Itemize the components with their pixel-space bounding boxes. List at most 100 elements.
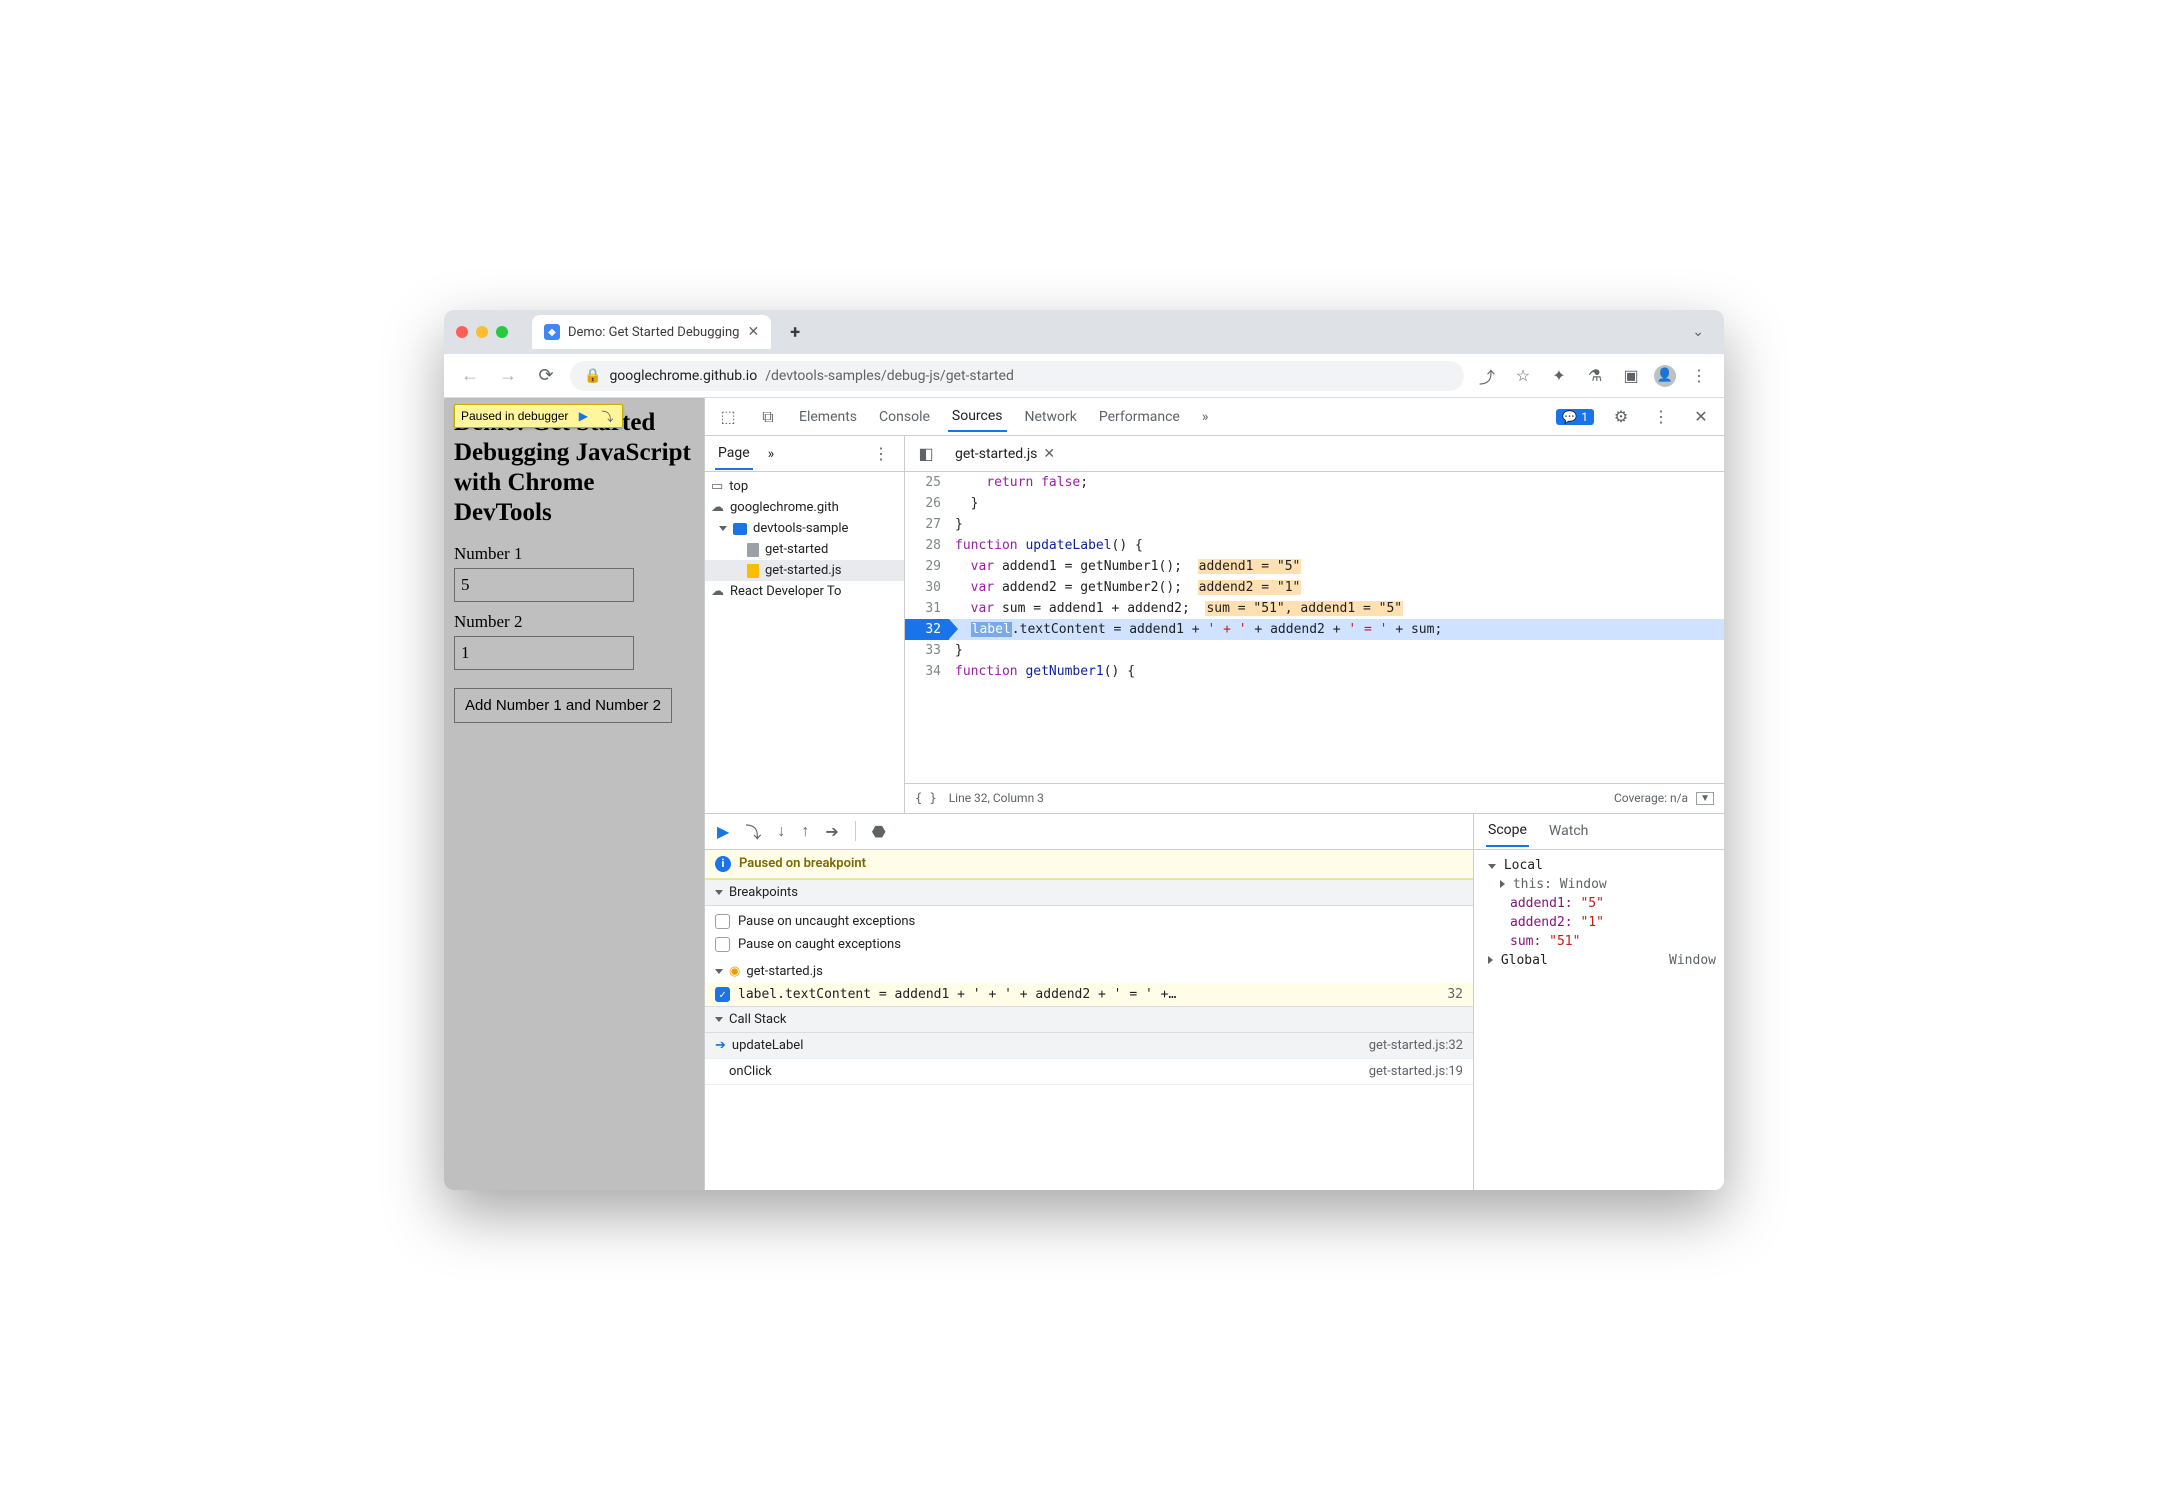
close-tab-icon[interactable]: ✕ — [747, 324, 759, 340]
devtools-panel-tabs: ⬚ ⧉ Elements Console Sources Network Per… — [705, 398, 1724, 436]
device-icon[interactable]: ⧉ — [755, 407, 781, 427]
scope-body: Local this: Window addend1: "5" addend2:… — [1474, 850, 1724, 976]
step-over-icon[interactable]: ⤵ — [745, 819, 761, 843]
debugger-pane: ▶ ⤵ ↓ ↑ ➔ ⬣ i Paused on breakpoint — [705, 813, 1724, 1191]
bp-file-row[interactable]: ◉ get-started.js — [705, 960, 1473, 983]
current-frame-icon: ➔ — [715, 1038, 726, 1053]
chevron-down-icon — [715, 969, 723, 974]
settings-gear-icon[interactable]: ⚙ — [1608, 407, 1634, 426]
scope-this[interactable]: this: Window — [1482, 875, 1716, 894]
callstack-header[interactable]: Call Stack — [705, 1006, 1473, 1033]
scope-var[interactable]: sum: "51" — [1482, 932, 1716, 951]
tabstrip: ◆ Demo: Get Started Debugging ✕ + ⌄ — [444, 310, 1724, 354]
overlay-step-icon[interactable]: ⤵ — [598, 407, 616, 425]
folder-icon — [733, 523, 747, 535]
navigator-more-icon[interactable]: » — [765, 439, 778, 469]
breakpoints-body: Pause on uncaught exceptions Pause on ca… — [705, 906, 1473, 960]
panel-network[interactable]: Network — [1021, 403, 1081, 431]
browser-tab[interactable]: ◆ Demo: Get Started Debugging ✕ — [532, 315, 771, 349]
resume-icon[interactable]: ▶ — [717, 822, 729, 841]
sidepanel-icon[interactable]: ▣ — [1618, 366, 1644, 385]
panel-elements[interactable]: Elements — [795, 403, 861, 431]
chevron-right-icon — [1500, 880, 1505, 888]
chevron-down-icon — [719, 526, 727, 531]
labs-icon[interactable]: ⚗ — [1582, 366, 1608, 385]
checkbox-unchecked[interactable] — [715, 937, 730, 952]
tree-cloud[interactable]: ☁googlechrome.gith — [705, 497, 904, 518]
browser-toolbar: ← → ⟳ 🔒 googlechrome.github.io/devtools-… — [444, 354, 1724, 398]
num2-input[interactable] — [454, 636, 634, 670]
kebab-menu-icon[interactable]: ⋮ — [1686, 366, 1712, 385]
forward-button[interactable]: → — [494, 365, 522, 386]
editor-nav-icon[interactable]: ◧ — [913, 444, 939, 463]
share-icon[interactable]: ⤴ — [1474, 364, 1500, 388]
overlay-resume-icon[interactable]: ▶ — [574, 407, 592, 425]
back-button[interactable]: ← — [456, 365, 484, 386]
scope-var[interactable]: addend2: "1" — [1482, 913, 1716, 932]
window-icon: ▭ — [711, 479, 723, 494]
inline-value: addend1 = "5" — [1198, 559, 1302, 574]
source-editor: ◧ get-started.js ✕ 25 return false; 26 }… — [905, 436, 1724, 813]
coverage-dropdown-icon[interactable]: ▼ — [1696, 792, 1714, 805]
pretty-print-icon[interactable]: { } — [915, 791, 937, 805]
navigator-page-tab[interactable]: Page — [715, 438, 753, 470]
panel-sources[interactable]: Sources — [948, 402, 1007, 432]
file-icon — [747, 543, 759, 557]
pause-uncaught-row[interactable]: Pause on uncaught exceptions — [715, 910, 1463, 933]
num2-label: Number 2 — [454, 612, 694, 632]
panel-console[interactable]: Console — [875, 403, 934, 431]
bookmark-icon[interactable]: ☆ — [1510, 366, 1536, 385]
checkbox-checked[interactable]: ✓ — [715, 987, 730, 1002]
step-into-icon[interactable]: ↓ — [777, 821, 785, 841]
favicon-icon: ◆ — [544, 324, 560, 340]
callstack-frame-1[interactable]: onClick get-started.js:19 — [705, 1059, 1473, 1085]
bp-line-number: 32 — [1447, 987, 1463, 1002]
step-icon[interactable]: ➔ — [825, 822, 838, 841]
tree-extension[interactable]: ☁React Developer To — [705, 581, 904, 602]
breakpoint-marker[interactable]: 32 — [905, 619, 949, 640]
deactivate-bp-icon[interactable]: ⬣ — [872, 822, 886, 841]
extensions-icon[interactable]: ✦ — [1546, 366, 1572, 385]
tabs-menu-chevron-icon[interactable]: ⌄ — [1684, 320, 1712, 344]
checkbox-unchecked[interactable] — [715, 914, 730, 929]
tree-file-html[interactable]: get-started — [705, 539, 904, 560]
watch-tab[interactable]: Watch — [1547, 816, 1590, 846]
num1-input[interactable] — [454, 568, 634, 602]
editor-tab-current[interactable]: get-started.js ✕ — [949, 441, 1061, 467]
inspect-icon[interactable]: ⬚ — [715, 407, 741, 426]
navigator-kebab-icon[interactable]: ⋮ — [868, 444, 894, 463]
bp-code-row[interactable]: ✓ label.textContent = addend1 + ' + ' + … — [705, 983, 1473, 1006]
bp-file-icon: ◉ — [729, 964, 740, 979]
webpage: Paused in debugger ▶ ⤵ Demo: Get Started… — [444, 398, 704, 1190]
scope-local[interactable]: Local — [1482, 856, 1716, 875]
step-out-icon[interactable]: ↑ — [801, 821, 809, 841]
tree-folder[interactable]: devtools-sample — [705, 518, 904, 539]
debugger-toolbar: ▶ ⤵ ↓ ↑ ➔ ⬣ — [705, 814, 1473, 850]
panel-performance[interactable]: Performance — [1095, 403, 1184, 431]
issues-badge[interactable]: 💬 1 — [1556, 409, 1594, 425]
address-bar[interactable]: 🔒 googlechrome.github.io/devtools-sample… — [570, 361, 1464, 391]
tree-file-js[interactable]: get-started.js — [705, 560, 904, 581]
url-host: googlechrome.github.io — [609, 368, 757, 384]
profile-avatar[interactable]: 👤 — [1654, 365, 1676, 387]
new-tab-button[interactable]: + — [781, 318, 809, 346]
close-window[interactable] — [456, 326, 468, 338]
panel-more-icon[interactable]: » — [1198, 403, 1213, 431]
scope-global[interactable]: GlobalWindow — [1482, 951, 1716, 970]
minimize-window[interactable] — [476, 326, 488, 338]
devtools-kebab-icon[interactable]: ⋮ — [1648, 407, 1674, 426]
editor-tab-close-icon[interactable]: ✕ — [1043, 446, 1055, 462]
code-area[interactable]: 25 return false; 26 } 27} 28function upd… — [905, 472, 1724, 783]
breakpoints-header[interactable]: Breakpoints — [705, 879, 1473, 906]
scope-tabs: Scope Watch — [1474, 814, 1724, 850]
pause-caught-row[interactable]: Pause on caught exceptions — [715, 933, 1463, 956]
scope-tab[interactable]: Scope — [1486, 815, 1529, 847]
chevron-down-icon — [715, 890, 723, 895]
reload-button[interactable]: ⟳ — [532, 365, 560, 386]
scope-var[interactable]: addend1: "5" — [1482, 894, 1716, 913]
add-button[interactable]: Add Number 1 and Number 2 — [454, 688, 672, 723]
tree-top[interactable]: ▭top — [705, 476, 904, 497]
devtools-close-icon[interactable]: ✕ — [1688, 407, 1714, 426]
callstack-frame-0[interactable]: ➔ updateLabel get-started.js:32 — [705, 1033, 1473, 1059]
maximize-window[interactable] — [496, 326, 508, 338]
